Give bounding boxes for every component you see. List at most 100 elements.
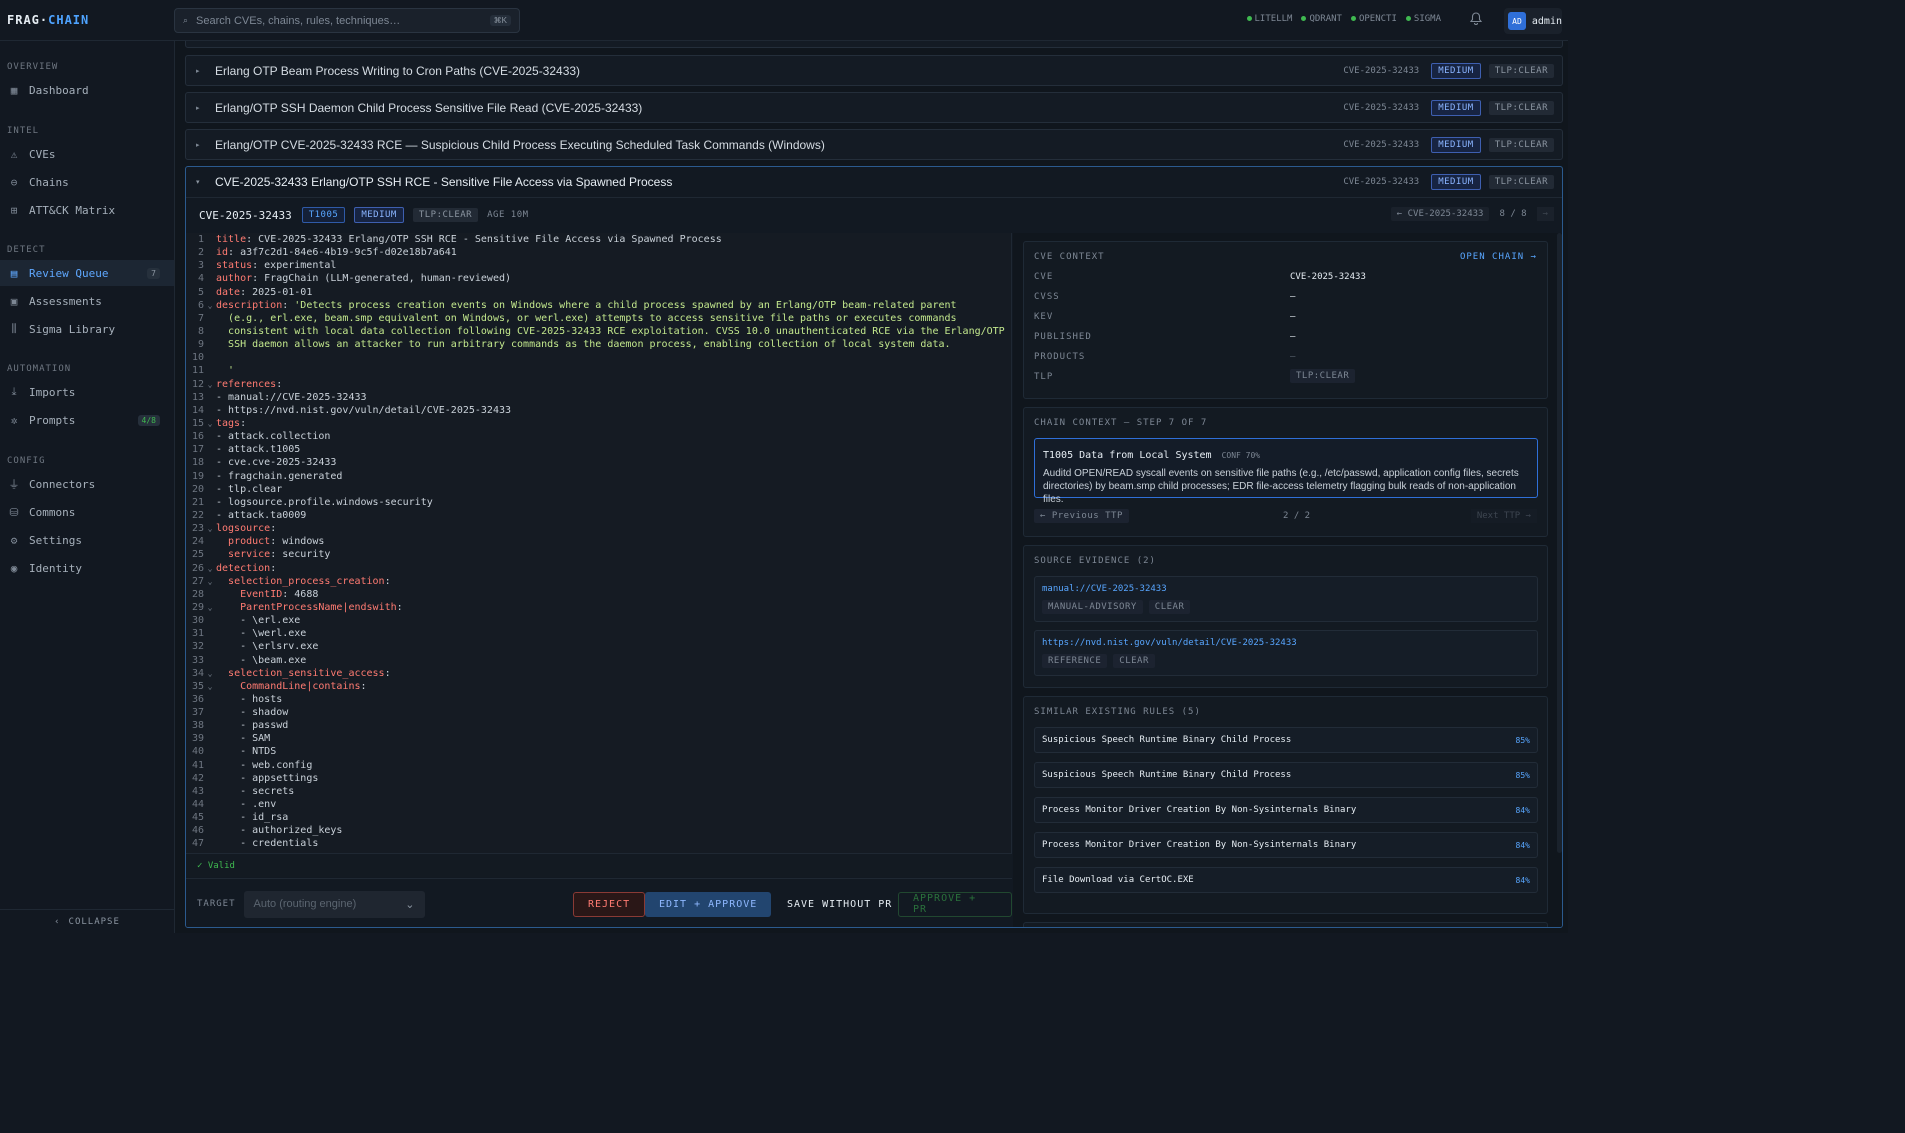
evidence-item[interactable]: https://nvd.nist.gov/vuln/detail/CVE-202… xyxy=(1034,630,1538,676)
next-ttp-button[interactable]: Next TTP → xyxy=(1470,509,1537,523)
code-line: 17 - attack.t1005 xyxy=(186,443,1011,456)
code-line: 35 ⌄ CommandLine|contains: xyxy=(186,680,1011,693)
bell-icon[interactable] xyxy=(1469,12,1483,28)
sidebar-item-commons[interactable]: ⛁ Commons xyxy=(0,499,174,525)
fold-icon[interactable]: ⌄ xyxy=(204,522,216,535)
section-overview: OVERVIEW xyxy=(7,62,59,72)
similar-rule-item[interactable]: Suspicious Speech Runtime Binary Child P… xyxy=(1034,727,1538,753)
fold-icon xyxy=(204,772,216,785)
yaml-key: author xyxy=(216,273,253,285)
fold-icon[interactable]: ⌄ xyxy=(204,417,216,430)
app-logo[interactable]: FRAG·CHAIN xyxy=(0,13,174,27)
code-line: 42 - appsettings xyxy=(186,772,1011,785)
fold-icon[interactable]: ⌄ xyxy=(204,299,216,312)
save-without-pr-button[interactable]: SAVE WITHOUT PR xyxy=(773,892,906,917)
code-line: 7 (e.g., erl.exe, beam.smp equivalent on… xyxy=(186,312,1011,325)
sidebar-item-connectors[interactable]: ⏚ Connectors xyxy=(0,471,174,497)
similar-rule-item[interactable]: Process Monitor Driver Creation By Non-S… xyxy=(1034,832,1538,858)
rule-cve: CVE-2025-32433 xyxy=(1343,65,1420,76)
rule-pager: ← CVE-2025-32433 8 / 8 → xyxy=(1390,207,1554,221)
similar-rule-name: Suspicious Speech Runtime Binary Child P… xyxy=(1042,770,1292,780)
fold-icon[interactable]: ⌄ xyxy=(204,680,216,693)
yaml-value: - tlp.clear xyxy=(216,483,283,495)
fold-icon[interactable]: ⌄ xyxy=(204,378,216,391)
yaml-value: : 2025-01-01 xyxy=(240,286,313,298)
sidebar-item-dashboard[interactable]: ▦ Dashboard xyxy=(0,77,174,103)
evidence-item[interactable]: manual://CVE-2025-32433 MANUAL-ADVISORY C… xyxy=(1034,576,1538,622)
prev-rule-button[interactable]: ← CVE-2025-32433 xyxy=(1390,207,1490,221)
evidence-url[interactable]: manual://CVE-2025-32433 xyxy=(1042,584,1530,594)
sidebar-item-label: Imports xyxy=(29,385,76,399)
sidebar-item-settings[interactable]: ⚙ Settings xyxy=(0,527,174,553)
sidebar-item-assessments[interactable]: ▣ Assessments xyxy=(0,288,174,314)
fold-icon[interactable]: ⌄ xyxy=(204,562,216,575)
field-label: TLP xyxy=(1034,372,1054,382)
sidebar-item-sigma-library[interactable]: ⫼ Sigma Library xyxy=(0,316,174,342)
search-input[interactable]: Search CVEs, chains, rules, techniques… xyxy=(196,15,400,27)
code-line: 1 title: CVE-2025-32433 Erlang/OTP SSH RC… xyxy=(186,233,1011,246)
line-number: 6 xyxy=(197,299,204,311)
fold-icon[interactable]: ⌄ xyxy=(204,667,216,680)
logo-text-a: FRAG· xyxy=(7,13,49,27)
fold-icon[interactable]: ⌄ xyxy=(204,575,216,588)
rule-row[interactable]: ▸ Erlang/OTP SSH Daemon Child Process Se… xyxy=(185,92,1563,123)
fold-icon xyxy=(204,706,216,719)
sidebar-item-chains[interactable]: ⊖ Chains xyxy=(0,169,174,195)
expanded-rule-header[interactable]: ▾ CVE-2025-32433 Erlang/OTP SSH RCE - Se… xyxy=(186,167,1562,198)
fold-icon xyxy=(204,312,216,325)
previous-ttp-button[interactable]: ← Previous TTP xyxy=(1034,509,1129,523)
rule-row[interactable]: ▸ Erlang/OTP CVE-2025-32433 RCE — Suspic… xyxy=(185,129,1563,160)
rule-row-partial[interactable] xyxy=(185,41,1563,48)
sidebar-item-cves[interactable]: ⚠ CVEs xyxy=(0,141,174,167)
field-label: PUBLISHED xyxy=(1034,332,1092,342)
ttp-card[interactable]: T1005 Data from Local System CONF 70% Aud… xyxy=(1034,438,1538,505)
similar-rule-item[interactable]: Suspicious Speech Runtime Binary Child P… xyxy=(1034,762,1538,788)
yaml-key: product xyxy=(228,536,271,548)
similarity-score: 84% xyxy=(1515,840,1530,850)
next-rule-button[interactable]: → xyxy=(1536,207,1554,221)
sidebar-item-label: CVEs xyxy=(29,147,56,161)
similarity-score: 85% xyxy=(1515,770,1530,780)
sidebar-item-identity[interactable]: ◉ Identity xyxy=(0,555,174,581)
reject-button[interactable]: REJECT xyxy=(573,891,646,917)
line-number: 19 xyxy=(191,470,204,482)
code-line: 23 ⌄ logsource: xyxy=(186,522,1011,535)
code-line: 27 ⌄ selection_process_creation: xyxy=(186,575,1011,588)
rule-row[interactable]: ▸ Erlang OTP Beam Process Writing to Cro… xyxy=(185,55,1563,86)
severity-badge: MEDIUM xyxy=(1431,174,1481,190)
collapse-button[interactable]: ‹ COLLAPSE xyxy=(0,909,174,933)
similarity-score: 84% xyxy=(1515,875,1530,885)
sidebar-item-review-queue[interactable]: ▤ Review Queue 7 xyxy=(0,260,174,286)
fold-icon[interactable]: ⌄ xyxy=(204,601,216,614)
sidebar-item-imports[interactable]: ⤓ Imports xyxy=(0,379,174,405)
similar-rule-item[interactable]: File Download via CertOC.EXE 84% xyxy=(1034,867,1538,893)
approve-pr-button[interactable]: APPROVE + PR xyxy=(898,891,1012,917)
fold-icon xyxy=(204,837,216,850)
fold-icon xyxy=(204,483,216,496)
edit-approve-button[interactable]: EDIT + APPROVE xyxy=(645,891,772,917)
yaml-value: : a3f7c2d1-84e6-4b19-9c5f-d02e18b7a641 xyxy=(228,247,457,259)
sidebar-item-label: Dashboard xyxy=(29,83,89,97)
severity-badge: MEDIUM xyxy=(354,207,404,223)
sigma-yaml-editor[interactable]: 1 title: CVE-2025-32433 Erlang/OTP SSH RC… xyxy=(186,233,1012,853)
yaml-value: : xyxy=(276,378,283,390)
open-chain-link[interactable]: OPEN CHAIN → xyxy=(1460,252,1537,262)
sidebar-item-label: Review Queue xyxy=(29,266,109,280)
chevron-down-icon: ⌄ xyxy=(405,898,415,911)
line-number: 11 xyxy=(191,365,204,377)
yaml-value: : xyxy=(384,575,391,587)
target-select[interactable]: Auto (routing engine) ⌄ xyxy=(243,890,425,918)
similar-rule-name: Process Monitor Driver Creation By Non-S… xyxy=(1042,840,1357,850)
ttp-confidence: CONF 70% xyxy=(1221,451,1261,460)
context-scrollbar[interactable] xyxy=(1557,233,1562,853)
sidebar-item-attack-matrix[interactable]: ⊞ ATT&CK Matrix xyxy=(0,197,174,223)
evidence-url[interactable]: https://nvd.nist.gov/vuln/detail/CVE-202… xyxy=(1042,638,1530,648)
yaml-key: description xyxy=(216,299,283,311)
search-bar[interactable]: ⌕ Search CVEs, chains, rules, techniques… xyxy=(174,8,520,33)
similar-rule-item[interactable]: Process Monitor Driver Creation By Non-S… xyxy=(1034,797,1538,823)
user-menu[interactable]: AD admin xyxy=(1504,8,1562,34)
sidebar-item-prompts[interactable]: ✲ Prompts 4/8 xyxy=(0,407,174,433)
